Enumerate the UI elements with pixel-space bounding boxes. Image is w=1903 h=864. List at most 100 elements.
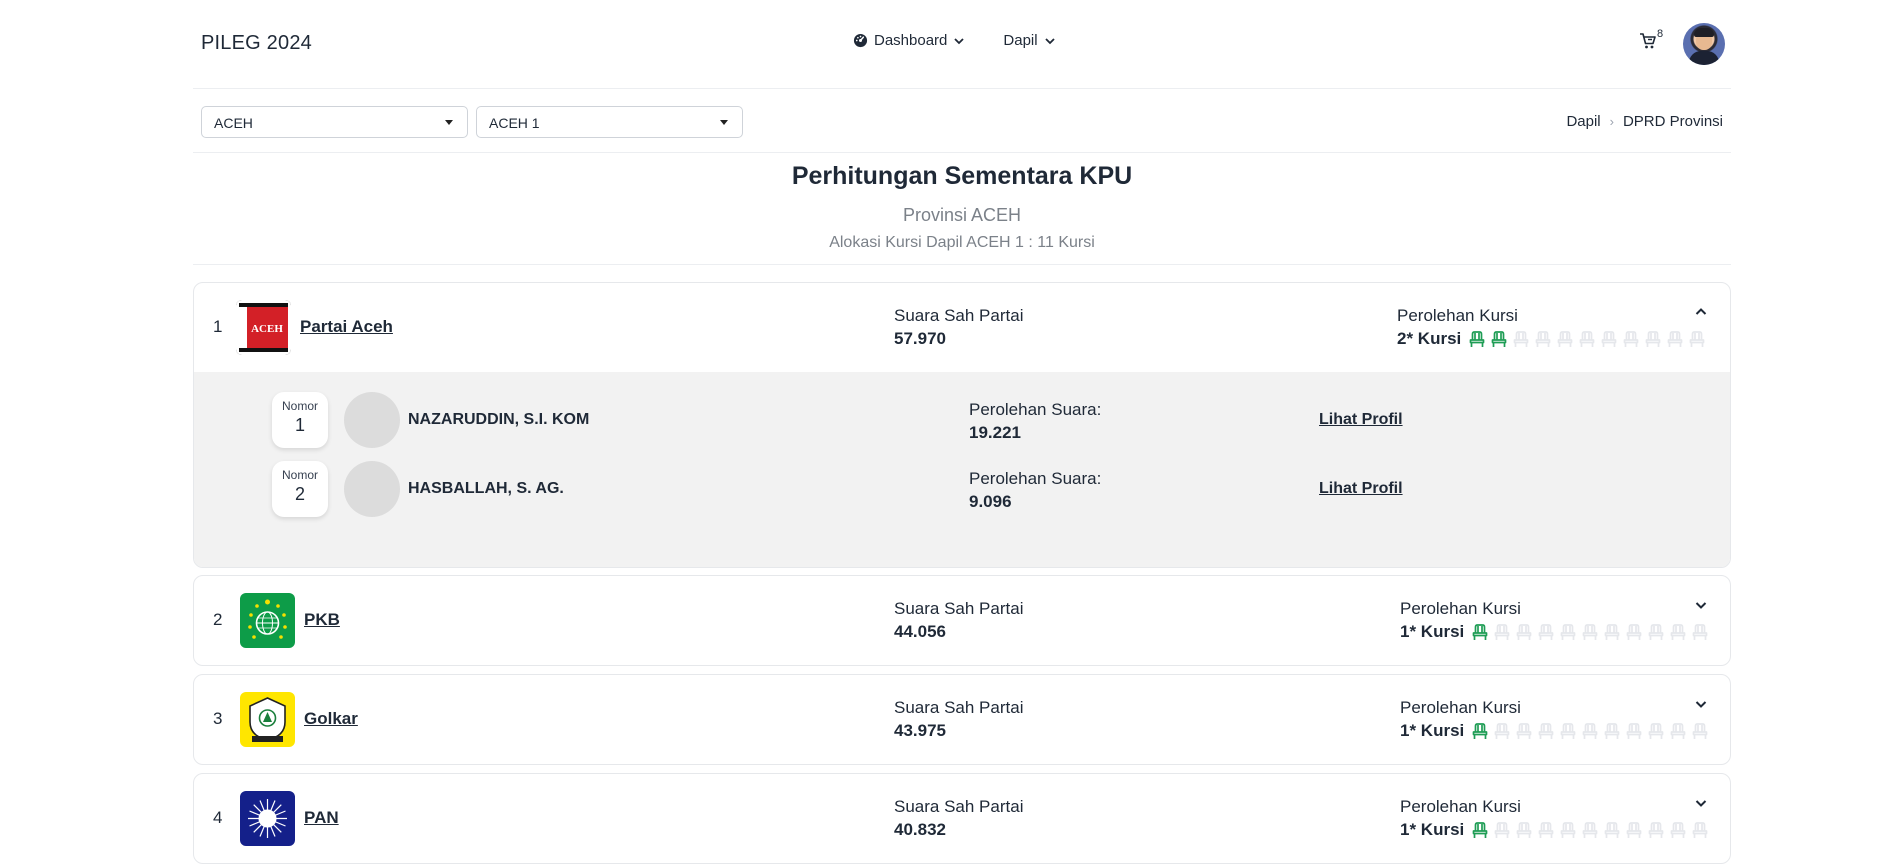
seat-empty-icon	[1645, 330, 1661, 347]
seat-empty-icon	[1582, 821, 1598, 838]
party-name-link[interactable]: PKB	[304, 610, 340, 630]
seats-label: Perolehan Kursi	[1400, 797, 1521, 816]
candidate-number-label: Nomor	[281, 468, 318, 482]
province-select[interactable]: ACEH	[201, 106, 468, 138]
seat-allocation-text: Alokasi Kursi Dapil ACEH 1 : 11 Kursi	[829, 234, 1095, 251]
brand-title[interactable]: PILEG 2024	[201, 32, 312, 55]
golkar-logo	[240, 692, 295, 747]
seats-row: 1* Kursi	[1400, 820, 1708, 840]
candidate-row: Nomor 2 HASBALLAH, S. AG. Perolehan Suar…	[194, 461, 1730, 519]
candidate-row: Nomor 1 NAZARUDDIN, S.I. KOM Perolehan S…	[194, 392, 1730, 450]
seat-filled-icon	[1469, 330, 1485, 347]
party-name-link[interactable]: PAN	[304, 808, 339, 828]
svg-text:ACEH: ACEH	[251, 323, 283, 335]
seat-empty-icon	[1623, 330, 1639, 347]
seats-count: 1* Kursi	[1400, 622, 1465, 641]
chevron-down-icon[interactable]	[1694, 697, 1708, 716]
seat-empty-icon	[1692, 722, 1708, 739]
party-rank: 3	[213, 709, 223, 728]
party-card-header[interactable]: 1 ACEH Partai Aceh Suara Sah Partai 57.9…	[194, 283, 1730, 372]
valid-votes-label: Suara Sah Partai	[894, 306, 1024, 325]
seat-empty-icon	[1579, 330, 1595, 347]
seat-empty-icon	[1535, 330, 1551, 347]
party-card: 3 Golkar Suara Sah Partai 43.975 Peroleh…	[193, 674, 1731, 765]
seat-empty-icon	[1692, 623, 1708, 640]
cart-button[interactable]: 8	[1639, 28, 1663, 54]
candidate-number-label: Nomor	[281, 399, 318, 413]
dapil-select[interactable]: ACEH 1	[476, 106, 743, 138]
nav-dashboard-label: Dashboard	[874, 32, 948, 49]
seat-empty-icon	[1494, 722, 1510, 739]
seat-empty-icon	[1692, 821, 1708, 838]
candidate-photo-placeholder	[344, 461, 400, 517]
user-avatar[interactable]	[1683, 23, 1725, 65]
seat-empty-icon	[1494, 623, 1510, 640]
chevron-right-icon: ›	[1609, 114, 1614, 129]
seat-empty-icon	[1626, 722, 1642, 739]
nav-dapil[interactable]: Dapil	[1003, 32, 1055, 49]
dapil-select-value: ACEH 1	[489, 115, 540, 131]
chevron-down-icon[interactable]	[1694, 598, 1708, 617]
party-rank: 4	[213, 808, 223, 827]
nav-dashboard[interactable]: Dashboard	[853, 32, 965, 49]
party-card-header[interactable]: 3 Golkar Suara Sah Partai 43.975 Peroleh…	[194, 675, 1730, 764]
seat-chairs	[1472, 821, 1708, 839]
seat-empty-icon	[1670, 722, 1686, 739]
seat-empty-icon	[1604, 722, 1620, 739]
seat-empty-icon	[1648, 821, 1664, 838]
seat-empty-icon	[1516, 722, 1532, 739]
candidate-votes-label: Perolehan Suara:	[969, 400, 1102, 419]
seat-filled-icon	[1472, 722, 1488, 739]
candidate-votes-label: Perolehan Suara:	[969, 469, 1102, 488]
seat-empty-icon	[1626, 623, 1642, 640]
party-card-header[interactable]: 2 PKB Suara Sah Partai 44.056 Perolehan …	[194, 576, 1730, 665]
candidate-number: 2	[294, 484, 305, 504]
seats-row: 2* Kursi	[1397, 329, 1705, 349]
seats-label: Perolehan Kursi	[1397, 306, 1518, 325]
seat-empty-icon	[1604, 623, 1620, 640]
province-select-value: ACEH	[214, 115, 253, 131]
page-subtitle: Provinsi ACEH	[902, 205, 1022, 225]
main-nav: Dashboard Dapil	[853, 32, 1056, 49]
partai-aceh-logo: ACEH	[236, 300, 291, 355]
party-card: 4 PAN Suara Sah Partai 40.832 Perolehan …	[193, 773, 1731, 864]
seat-empty-icon	[1557, 330, 1573, 347]
view-profile-link[interactable]: Lihat Profil	[1319, 411, 1403, 429]
page-title: Perhitungan Sementara KPU	[791, 162, 1133, 190]
candidate-photo-placeholder	[344, 392, 400, 448]
party-rank: 1	[213, 317, 223, 336]
seat-empty-icon	[1582, 623, 1598, 640]
cart-icon	[1639, 33, 1657, 54]
party-card-header[interactable]: 4 PAN Suara Sah Partai 40.832 Perolehan …	[194, 774, 1730, 863]
pan-logo	[240, 791, 295, 846]
valid-votes-label: Suara Sah Partai	[894, 599, 1024, 618]
caret-down-icon	[445, 120, 453, 125]
breadcrumb-dapil[interactable]: Dapil	[1566, 113, 1600, 130]
caret-down-icon	[720, 120, 728, 125]
party-card: 2 PKB Suara Sah Partai 44.056 Perolehan …	[193, 575, 1731, 666]
chevron-up-icon[interactable]	[1694, 305, 1708, 324]
seat-empty-icon	[1538, 623, 1554, 640]
page-container: PILEG 2024 Dashboard Dapil 8 ACEH ACEH 1…	[193, 0, 1731, 864]
seat-filled-icon	[1472, 821, 1488, 838]
seat-chairs	[1472, 623, 1708, 641]
filter-bar: ACEH ACEH 1 Dapil › DPRD Provinsi	[193, 89, 1731, 153]
party-name-link[interactable]: Partai Aceh	[300, 317, 393, 337]
seat-empty-icon	[1626, 821, 1642, 838]
seats-count: 1* Kursi	[1400, 820, 1465, 839]
seats-row: 1* Kursi	[1400, 622, 1708, 642]
valid-votes-value: 43.975	[894, 721, 946, 740]
seat-empty-icon	[1689, 330, 1705, 347]
seat-empty-icon	[1604, 821, 1620, 838]
cart-count-badge: 8	[1657, 28, 1664, 40]
chevron-down-icon[interactable]	[1694, 796, 1708, 815]
seat-empty-icon	[1667, 330, 1683, 347]
party-card: 1 ACEH Partai Aceh Suara Sah Partai 57.9…	[193, 282, 1731, 568]
dashboard-gauge-icon	[853, 33, 868, 48]
seats-row: 1* Kursi	[1400, 721, 1708, 741]
valid-votes-value: 40.832	[894, 820, 946, 839]
title-block: Perhitungan Sementara KPU Provinsi ACEH …	[193, 153, 1731, 265]
party-name-link[interactable]: Golkar	[304, 709, 358, 729]
seat-empty-icon	[1648, 722, 1664, 739]
view-profile-link[interactable]: Lihat Profil	[1319, 480, 1403, 498]
